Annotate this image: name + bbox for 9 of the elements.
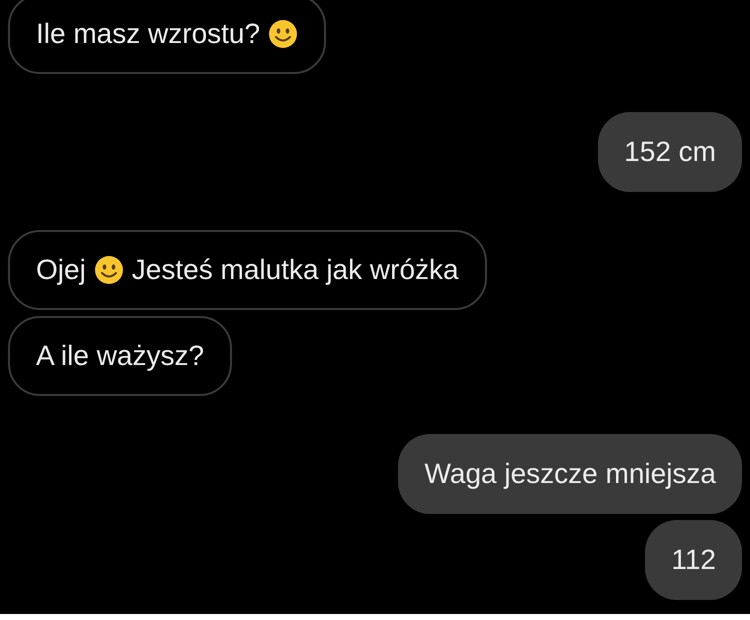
message-text: 112 [671,543,716,577]
message-text: Ojej [36,253,86,287]
message-text: 152 cm [624,135,716,169]
message-text: Jesteś malutka jak wróżka [132,253,459,287]
message-text: Ile masz wzrostu? [36,17,260,51]
smiley-emoji-icon [268,19,298,49]
message-text: Waga jeszcze mniejsza [424,457,716,491]
smiley-emoji-icon [94,255,124,285]
message-text: A ile ważysz? [36,339,204,373]
